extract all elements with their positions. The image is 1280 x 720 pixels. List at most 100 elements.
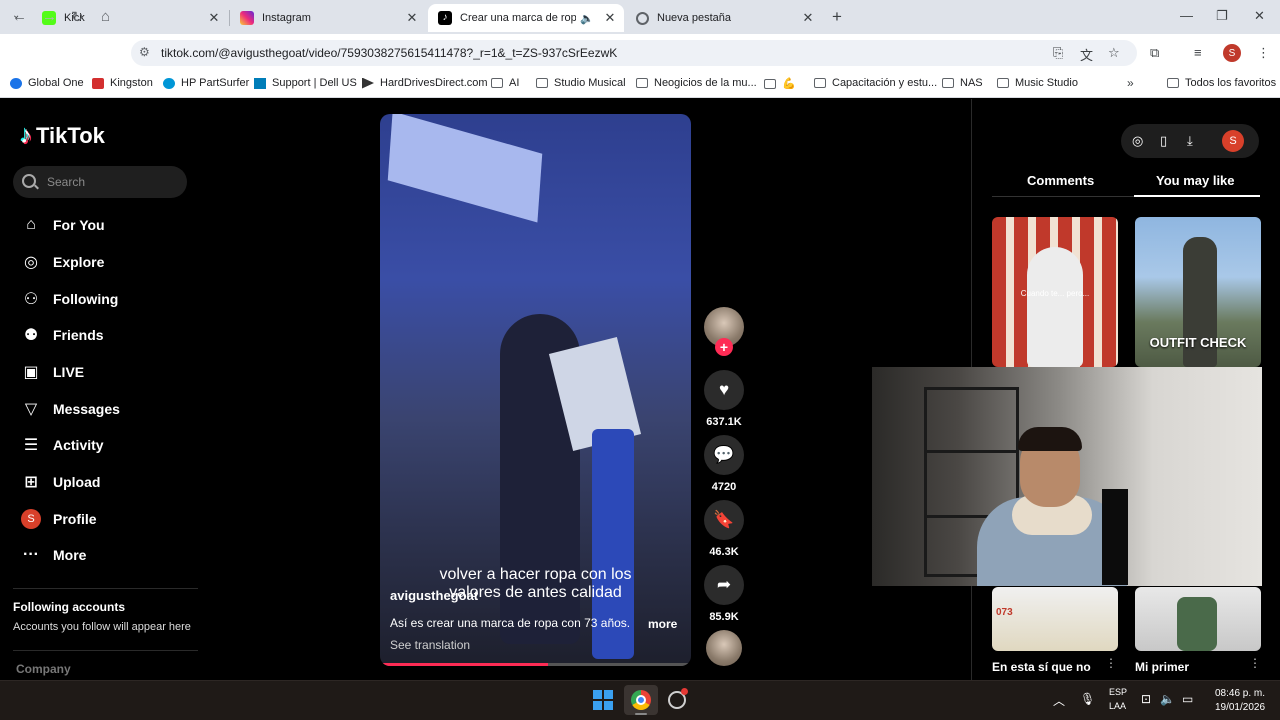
more-options-icon[interactable]: ⋮ (1249, 656, 1261, 670)
video-subtitle-line: volver a hacer ropa con los (439, 566, 632, 583)
video-player[interactable]: volver a hacer ropa con los valores de a… (380, 114, 691, 666)
nav-more[interactable]: ··· More (20, 543, 86, 567)
company-link[interactable]: Company (16, 662, 71, 676)
close-tab-icon[interactable]: ✕ (404, 10, 420, 26)
follow-plus-icon[interactable]: + (715, 338, 733, 356)
home-icon[interactable]: ⌂ (101, 8, 110, 25)
reload-icon[interactable]: ↻ (71, 8, 84, 26)
close-tab-icon[interactable]: ✕ (800, 10, 816, 26)
search-placeholder: Search (47, 175, 86, 189)
tab-comments[interactable]: Comments (1027, 173, 1094, 188)
recommended-video-caption[interactable]: En esta sí que no (992, 660, 1091, 674)
more-bookmarks-icon[interactable]: » (1127, 76, 1134, 90)
recommended-video-caption[interactable]: Mi primer (1135, 660, 1189, 674)
install-app-icon[interactable]: ⎘ (1053, 45, 1063, 61)
folder-icon (997, 78, 1009, 88)
video-username[interactable]: avigusthegoat (390, 588, 478, 603)
speaker-icon[interactable]: 🔈 (580, 12, 594, 25)
avatar[interactable]: S (1222, 130, 1244, 152)
bookmark-folder[interactable]: AI (491, 77, 519, 89)
tab-you-may-like[interactable]: You may like (1156, 173, 1235, 188)
nav-activity[interactable]: ☰ Activity (20, 433, 104, 457)
bookmark-item[interactable]: Support | Dell US (254, 77, 357, 89)
comment-button[interactable]: 💬 (704, 435, 744, 475)
more-button[interactable]: more (648, 617, 677, 631)
nav-friends[interactable]: ⚉ Friends (20, 323, 104, 347)
nav-following[interactable]: ⚇ Following (20, 287, 119, 311)
share-button[interactable]: ➦ (704, 565, 744, 605)
volume-icon[interactable]: 🔈 (1160, 692, 1175, 706)
share-icon: ➦ (716, 575, 732, 594)
language-indicator[interactable]: ESP (1109, 687, 1127, 697)
close-window-icon[interactable]: ✕ (1254, 8, 1265, 24)
windows-start-icon[interactable] (593, 690, 613, 710)
video-progress-bar[interactable] (380, 663, 548, 666)
translate-icon[interactable]: 文 (1080, 45, 1093, 64)
music-disc-avatar[interactable] (706, 630, 742, 666)
see-translation-link[interactable]: See translation (390, 638, 470, 652)
close-tab-icon[interactable]: ✕ (206, 10, 222, 26)
bookmark-folder[interactable]: 💪 (764, 77, 796, 90)
tab-instagram[interactable]: Instagram ✕ (230, 4, 426, 32)
nav-live[interactable]: ▣ LIVE (20, 360, 84, 384)
recommended-video-thumbnail[interactable] (1135, 587, 1261, 651)
tiktok-favicon-icon: ♪ (438, 11, 452, 25)
folder-icon (942, 78, 954, 88)
nav-profile[interactable]: S Profile (20, 507, 97, 531)
bookmark-item[interactable]: HardDrivesDirect.com (362, 77, 488, 89)
bookmark-folder[interactable]: Neogicios de la mu... (636, 77, 757, 89)
tab-new-tab[interactable]: Nueva pestaña ✕ (626, 4, 822, 32)
minimize-icon[interactable]: — (1180, 8, 1193, 23)
bookmark-folder[interactable]: Music Studio (997, 77, 1078, 89)
nav-upload[interactable]: ⊞ Upload (20, 470, 100, 494)
bookmark-item[interactable]: HP PartSurfer (163, 77, 249, 89)
tray-expand-icon[interactable]: ︿ (1053, 692, 1065, 709)
site-info-icon[interactable]: ⚙ (139, 45, 150, 59)
new-tab-icon[interactable]: + (832, 7, 842, 27)
forward-icon[interactable]: → (42, 8, 57, 25)
search-input[interactable] (13, 166, 187, 198)
language-indicator-sub[interactable]: LAA (1109, 701, 1126, 711)
webcam-overlay (872, 367, 1262, 586)
close-tab-icon[interactable]: ✕ (602, 10, 618, 26)
nav-explore[interactable]: ◎ Explore (20, 250, 104, 274)
back-icon[interactable]: ← (12, 8, 27, 25)
nav-for-you[interactable]: ⌂ For You (20, 213, 104, 237)
url-text[interactable]: tiktok.com/@avigusthegoat/video/75930382… (161, 46, 617, 60)
network-icon[interactable]: ⊡ (1141, 692, 1151, 706)
messages-icon: ▽ (24, 401, 38, 418)
download-icon[interactable]: ⤓ (1187, 133, 1193, 149)
media-control-icon[interactable]: ≡ (1194, 45, 1202, 60)
tiktok-logo[interactable]: ♪ TikTok (20, 122, 105, 150)
tab-tiktok[interactable]: ♪ Crear una marca de ropa a 🔈 ✕ (428, 4, 624, 32)
microphone-icon[interactable]: 🎙 (1080, 692, 1095, 706)
webcam-monitor (1102, 489, 1128, 585)
phone-icon[interactable]: ▯ (1160, 133, 1167, 149)
all-bookmarks-folder[interactable]: Todos los favoritos (1167, 77, 1276, 89)
nav-messages[interactable]: ▽ Messages (20, 397, 120, 421)
recommended-video-thumbnail[interactable]: Cuando te... pero... (992, 217, 1118, 367)
bookmark-folder[interactable]: NAS (942, 77, 983, 89)
restore-icon[interactable]: ❐ (1216, 8, 1228, 24)
recommended-video-thumbnail[interactable]: OUTFIT CHECK (1135, 217, 1261, 367)
bookmark-item[interactable]: Global One (10, 77, 84, 89)
taskbar-clock[interactable]: 08:46 p. m. 19/01/2026 (1210, 687, 1270, 715)
bookmark-item[interactable]: Kingston (92, 77, 153, 89)
upload-icon: ⊞ (24, 474, 38, 491)
bookmark-star-icon[interactable]: ☆ (1108, 45, 1120, 61)
more-options-icon[interactable]: ⋮ (1105, 656, 1117, 670)
thumbnail-figure (1177, 597, 1217, 651)
extensions-icon[interactable]: ⧉ (1150, 45, 1159, 61)
tab-kick[interactable]: Kick ✕ (32, 4, 228, 32)
browser-profile-avatar[interactable]: S (1223, 44, 1241, 62)
recommended-video-thumbnail[interactable]: 073 (992, 587, 1118, 651)
like-button[interactable]: ♥ (704, 370, 744, 410)
bookmark-folder[interactable]: Capacitación y estu... (814, 77, 937, 89)
bookmark-folder[interactable]: Studio Musical (536, 77, 626, 89)
save-button[interactable]: 🔖 (704, 500, 744, 540)
battery-icon[interactable]: ▭ (1182, 692, 1193, 706)
chrome-icon[interactable] (631, 690, 651, 710)
menu-kebab-icon[interactable]: ⋮ (1257, 45, 1270, 61)
following-accounts-subtitle: Accounts you follow will appear here (13, 621, 191, 633)
explore-compass-icon[interactable]: ◎ (1132, 133, 1143, 149)
